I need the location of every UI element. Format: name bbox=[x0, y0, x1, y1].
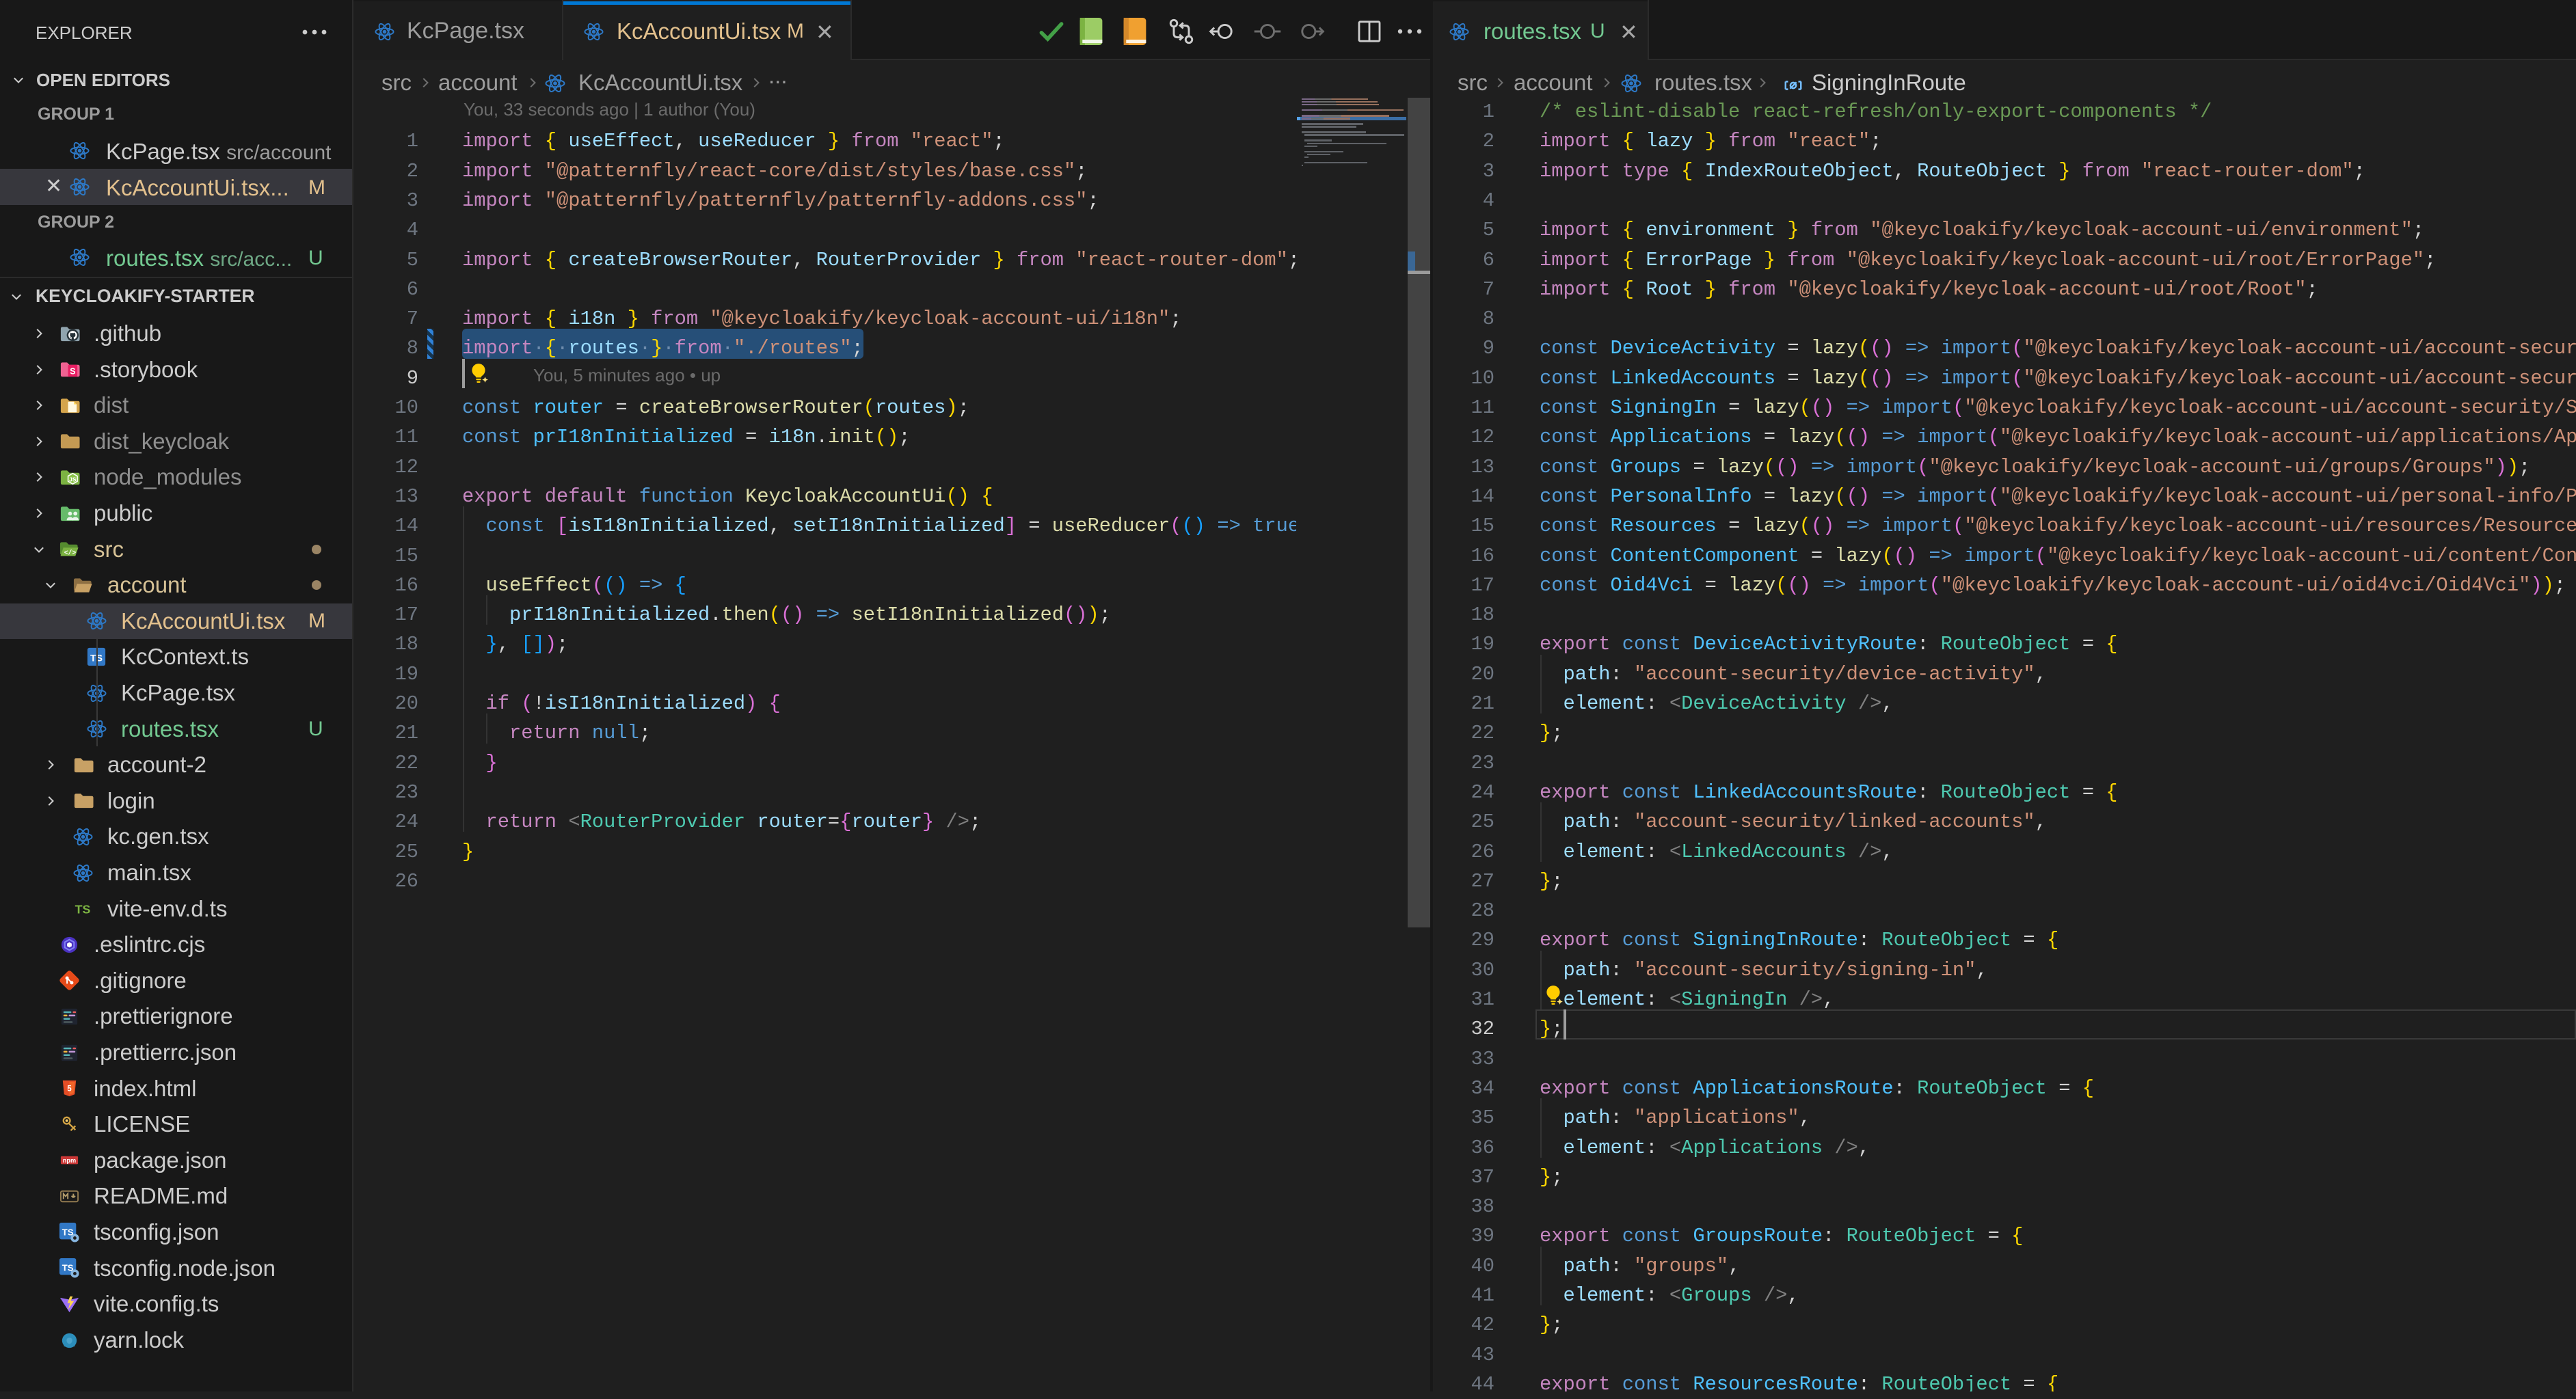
svg-text:</>: </> bbox=[64, 549, 77, 556]
svg-text:JS: JS bbox=[69, 476, 77, 483]
svg-text:TS: TS bbox=[75, 903, 91, 916]
svg-text:npm: npm bbox=[63, 1157, 76, 1164]
svg-text:5: 5 bbox=[67, 1084, 72, 1093]
svg-text:S: S bbox=[70, 366, 75, 376]
